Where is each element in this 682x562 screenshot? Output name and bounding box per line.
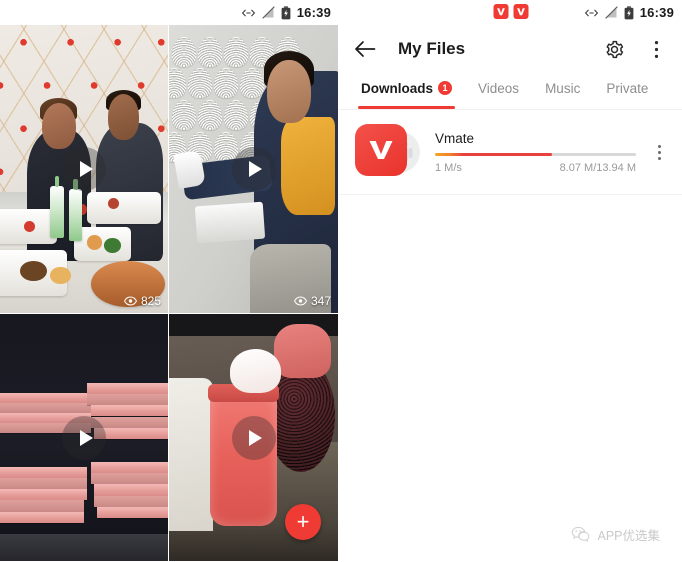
page-title: My Files xyxy=(398,39,466,58)
downloads-badge: 1 xyxy=(438,81,453,95)
watermark-text: APP优选集 xyxy=(597,529,660,543)
wechat-icon xyxy=(572,526,590,542)
video-tile-2[interactable]: 347 xyxy=(169,25,339,314)
tab-downloads-label: Downloads xyxy=(361,80,434,96)
tab-bar: Downloads 1 Videos Music Private xyxy=(339,73,682,110)
view-count-2-value: 347 xyxy=(310,294,331,308)
eye-icon xyxy=(293,296,307,306)
tab-videos[interactable]: Videos xyxy=(478,73,519,109)
left-status-icons: 16:39 xyxy=(241,5,339,20)
right-status-bar: 16:39 xyxy=(339,0,682,25)
download-speed: 1 M/s xyxy=(435,161,462,174)
download-progress-fill xyxy=(435,152,552,156)
view-count-1-value: 825 xyxy=(140,294,161,308)
play-icon[interactable] xyxy=(231,147,276,191)
right-status-time: 16:39 xyxy=(639,5,674,20)
left-status-bar: 16:39 xyxy=(0,0,339,25)
add-button-label: + xyxy=(296,509,310,534)
view-count-1: 825 xyxy=(123,294,161,308)
right-status-icons: 16:39 xyxy=(584,5,682,20)
play-icon[interactable] xyxy=(62,415,106,460)
usb-transfer-icon xyxy=(241,9,255,16)
video-tile-1[interactable]: 825 xyxy=(0,25,169,314)
eye-icon xyxy=(123,296,137,306)
tab-private-label: Private xyxy=(606,80,649,96)
app-bar: My Files xyxy=(339,25,682,73)
download-progress-bar xyxy=(435,152,636,156)
video-tile-3[interactable] xyxy=(0,314,169,562)
download-name: Vmate xyxy=(435,130,475,146)
add-button[interactable]: + xyxy=(285,504,321,540)
view-count-2: 347 xyxy=(293,294,331,308)
battery-charging-icon xyxy=(624,5,634,19)
tab-videos-label: Videos xyxy=(478,80,520,96)
usb-transfer-icon xyxy=(584,9,598,16)
download-thumbnail xyxy=(355,124,421,180)
play-icon[interactable] xyxy=(62,147,106,191)
watermark: APP优选集 xyxy=(571,525,660,544)
signal-off-icon xyxy=(262,6,275,19)
my-files-panel: 16:39 My Files Downloads 1 Videos Music … xyxy=(339,0,682,562)
video-feed-panel: 16:39 825 347 + xyxy=(0,0,339,562)
download-meta: 1 M/s 8.07 M/13.94 M xyxy=(435,162,636,174)
video-grid: 825 347 xyxy=(0,25,339,562)
tab-downloads[interactable]: Downloads 1 xyxy=(357,73,456,109)
download-item-menu-icon[interactable] xyxy=(650,134,668,170)
vmate-notification-icon xyxy=(513,4,528,19)
more-vertical-icon[interactable] xyxy=(643,36,669,62)
left-status-time: 16:39 xyxy=(296,5,331,20)
gear-icon[interactable] xyxy=(601,36,627,62)
download-item-vmate[interactable]: Vmate 1 M/s 8.07 M/13.94 M xyxy=(339,110,682,195)
signal-off-icon xyxy=(605,6,618,19)
back-arrow-icon[interactable] xyxy=(352,36,378,62)
vmate-notification-icon xyxy=(493,4,508,19)
tab-music-label: Music xyxy=(545,80,581,96)
download-size: 8.07 M/13.94 M xyxy=(559,161,636,174)
play-icon[interactable] xyxy=(231,415,276,460)
screenshot-root: 16:39 825 347 + 16:39 My Files Downloads… xyxy=(0,0,682,562)
battery-charging-icon xyxy=(281,5,291,19)
notification-icons xyxy=(493,4,528,19)
tab-private[interactable]: Private xyxy=(606,73,648,109)
download-details: Vmate 1 M/s 8.07 M/13.94 M xyxy=(435,131,636,174)
tab-music[interactable]: Music xyxy=(545,73,580,109)
vmate-app-icon xyxy=(355,124,407,176)
